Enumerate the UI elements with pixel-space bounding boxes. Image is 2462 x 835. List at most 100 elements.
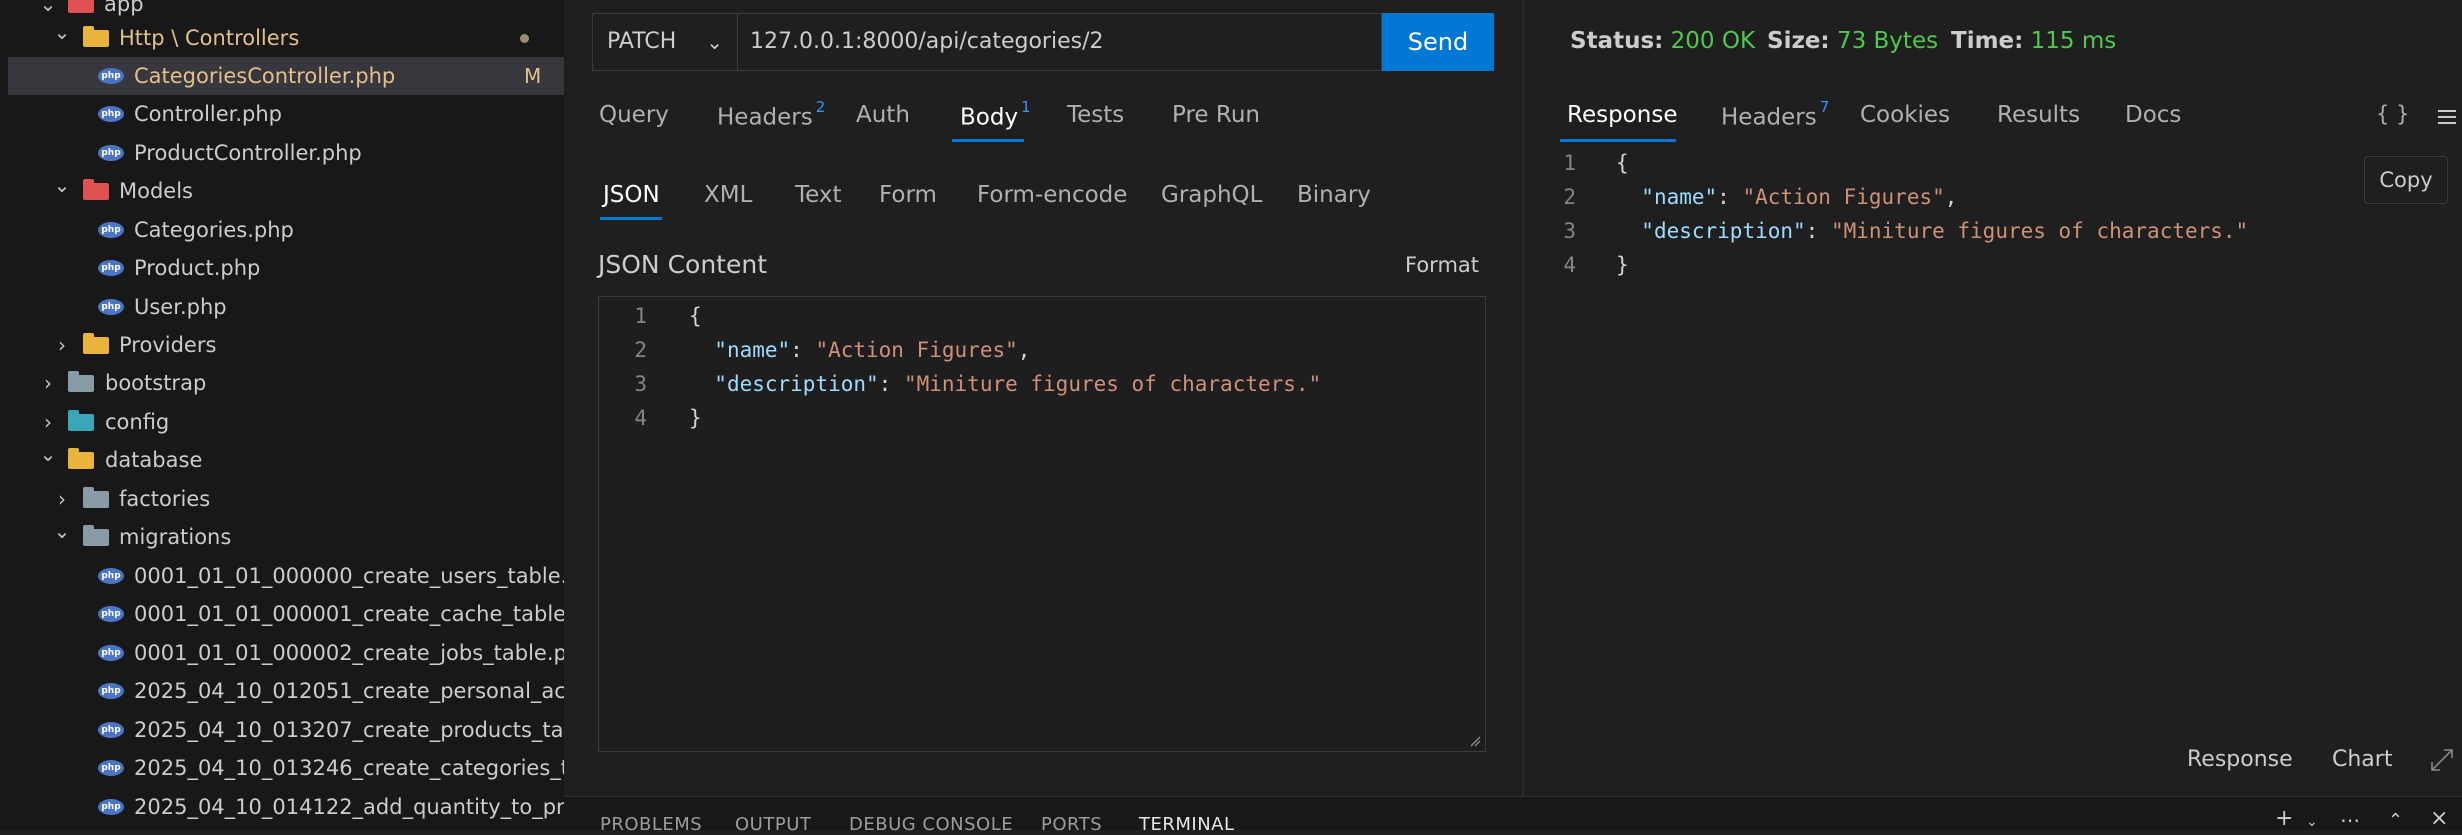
tree-file-migration[interactable]: php 0001_01_01_000000_create_users_table… xyxy=(0,557,564,595)
time-value: 115 ms xyxy=(2030,28,2117,54)
tab-label: Auth xyxy=(856,102,910,128)
tree-folder-bootstrap[interactable]: › bootstrap xyxy=(0,364,564,402)
tree-file-user[interactable]: php User.php xyxy=(0,288,564,326)
chevron-right-icon: › xyxy=(44,371,52,395)
tab-body[interactable]: Body 1 xyxy=(960,98,1031,131)
chevron-down-icon: ⌄ xyxy=(53,20,71,44)
tab-label: Pre Run xyxy=(1172,102,1260,128)
tree-folder-factories[interactable]: › factories xyxy=(0,480,564,518)
code-token: } xyxy=(689,406,702,430)
menu-icon[interactable] xyxy=(2436,108,2458,126)
tree-label: 2025_04_10_013207_create_products_tab... xyxy=(134,718,564,742)
chevron-down-icon: ⌄ xyxy=(53,173,71,197)
panel-tab-problems[interactable]: PROBLEMS xyxy=(600,814,702,835)
tree-folder-providers[interactable]: › Providers xyxy=(0,326,564,364)
copy-button[interactable]: Copy xyxy=(2364,156,2448,204)
chevron-down-icon: ⌄ xyxy=(53,519,71,543)
panel-tab-ports[interactable]: PORTS xyxy=(1041,814,1102,835)
modified-badge: M xyxy=(524,64,542,88)
tab-pre-run[interactable]: Pre Run xyxy=(1172,102,1260,128)
tree-file-productcontroller[interactable]: php ProductController.php xyxy=(0,134,564,172)
tree-folder-http-controllers[interactable]: ⌄ Http \ Controllers xyxy=(0,19,564,57)
method-select[interactable]: PATCH ⌄ xyxy=(592,13,738,71)
body-tab-form[interactable]: Form xyxy=(879,182,937,208)
tree-folder-migrations[interactable]: ⌄ migrations xyxy=(0,518,564,556)
chevron-down-icon: ⌄ xyxy=(39,442,57,466)
tree-file-migration[interactable]: php 2025_04_10_013207_create_products_ta… xyxy=(0,711,564,749)
body-tab-form-encode[interactable]: Form-encode xyxy=(977,182,1127,208)
response-tab-results[interactable]: Results xyxy=(1997,102,2080,128)
format-button[interactable]: Format xyxy=(1405,253,1479,277)
response-viewer: 1 2 3 4 { "name": "Action Figures", "des… xyxy=(1530,146,2350,296)
body-tab-text[interactable]: Text xyxy=(795,182,842,208)
tree-label: 0001_01_01_000002_create_jobs_table.php xyxy=(134,641,564,665)
tab-headers[interactable]: Headers 2 xyxy=(717,98,825,131)
method-value: PATCH xyxy=(607,29,677,54)
send-button[interactable]: Send xyxy=(1382,13,1494,71)
code-line: { xyxy=(689,299,702,333)
tree-file-categories[interactable]: php Categories.php xyxy=(0,211,564,249)
resize-grip-icon[interactable] xyxy=(1469,735,1481,747)
line-number: 1 xyxy=(634,304,647,328)
panel-tab-terminal[interactable]: TERMINAL xyxy=(1139,814,1235,835)
maximize-panel-icon[interactable]: ⌃ xyxy=(2388,810,2403,831)
tree-file-migration[interactable]: php 2025_04_10_012051_create_personal_ac… xyxy=(0,672,564,710)
panel-tab-debug-console[interactable]: DEBUG CONSOLE xyxy=(849,814,1013,835)
tree-file-categoriescontroller[interactable]: php CategoriesController.php M xyxy=(8,57,564,95)
tree-label: factories xyxy=(119,487,211,511)
new-terminal-icon[interactable]: + xyxy=(2275,806,2293,831)
footer-tab-response[interactable]: Response xyxy=(2187,747,2293,772)
chevron-down-icon[interactable]: ⌄ xyxy=(2306,814,2318,830)
more-icon[interactable]: ⋯ xyxy=(2340,808,2360,832)
panel-tab-output[interactable]: OUTPUT xyxy=(735,814,811,835)
tab-auth[interactable]: Auth xyxy=(856,102,910,128)
tree-folder-config[interactable]: › config xyxy=(0,403,564,441)
body-tab-json[interactable]: JSON xyxy=(603,182,660,208)
line-number: 2 xyxy=(1563,185,1576,209)
folder-database-icon xyxy=(68,448,94,469)
tree-label: CategoriesController.php xyxy=(134,64,396,88)
tab-label: Query xyxy=(599,102,669,128)
response-tab-docs[interactable]: Docs xyxy=(2125,102,2181,128)
tree-label: User.php xyxy=(134,295,227,319)
url-input[interactable]: 127.0.0.1:8000/api/categories/2 xyxy=(738,13,1382,71)
code-token: } xyxy=(1616,253,1629,277)
tab-query[interactable]: Query xyxy=(599,102,669,128)
line-number: 3 xyxy=(634,372,647,396)
response-tab-cookies[interactable]: Cookies xyxy=(1860,102,1950,128)
tree-file-migration[interactable]: php 0001_01_01_000002_create_jobs_table.… xyxy=(0,634,564,672)
close-panel-icon[interactable]: × xyxy=(2430,806,2448,831)
tree-label: Controller.php xyxy=(134,102,283,126)
folder-providers-icon xyxy=(83,333,109,354)
braces-icon[interactable]: { } xyxy=(2376,102,2409,126)
php-file-icon: php xyxy=(98,722,124,738)
response-tab-headers[interactable]: Headers 7 xyxy=(1721,98,1829,131)
tree-file-migration[interactable]: php 2025_04_10_013246_create_categories_… xyxy=(0,749,564,787)
tree-label: Http \ Controllers xyxy=(119,26,300,50)
tree-folder-models[interactable]: ⌄ Models xyxy=(0,172,564,210)
time-stat: Time: 115 ms xyxy=(1951,28,2116,54)
json-content-label: JSON Content xyxy=(598,250,767,279)
body-tab-binary[interactable]: Binary xyxy=(1297,182,1371,208)
response-tab-response[interactable]: Response xyxy=(1567,102,1677,128)
code-line: "name": "Action Figures", xyxy=(714,338,1031,362)
body-tab-xml[interactable]: XML xyxy=(704,182,752,208)
json-body-editor[interactable]: 1 2 3 4 { "name": "Action Figures", "des… xyxy=(598,296,1486,752)
size-label: Size: xyxy=(1767,28,1830,54)
line-number: 1 xyxy=(1563,151,1576,175)
tree-file-migration[interactable]: php 0001_01_01_000001_create_cache_table… xyxy=(0,595,564,633)
json-key: "description" xyxy=(1641,219,1806,243)
php-file-icon: php xyxy=(98,222,124,238)
tab-tests[interactable]: Tests xyxy=(1067,102,1124,128)
body-tab-graphql[interactable]: GraphQL xyxy=(1161,182,1262,208)
footer-tab-chart[interactable]: Chart xyxy=(2332,747,2392,772)
tab-count-badge: 2 xyxy=(815,98,826,116)
tree-file-controller[interactable]: php Controller.php xyxy=(0,95,564,133)
status-label: Status: xyxy=(1570,28,1664,54)
folder-bootstrap-icon xyxy=(68,371,94,392)
tree-folder-database[interactable]: ⌄ database xyxy=(0,441,564,479)
tree-file-product[interactable]: php Product.php xyxy=(0,249,564,287)
tree-file-migration[interactable]: php 2025_04_10_014122_add_quantity_to_pr… xyxy=(0,788,564,826)
expand-icon[interactable] xyxy=(2428,746,2456,774)
size-stat: Size: 73 Bytes xyxy=(1767,28,1938,54)
